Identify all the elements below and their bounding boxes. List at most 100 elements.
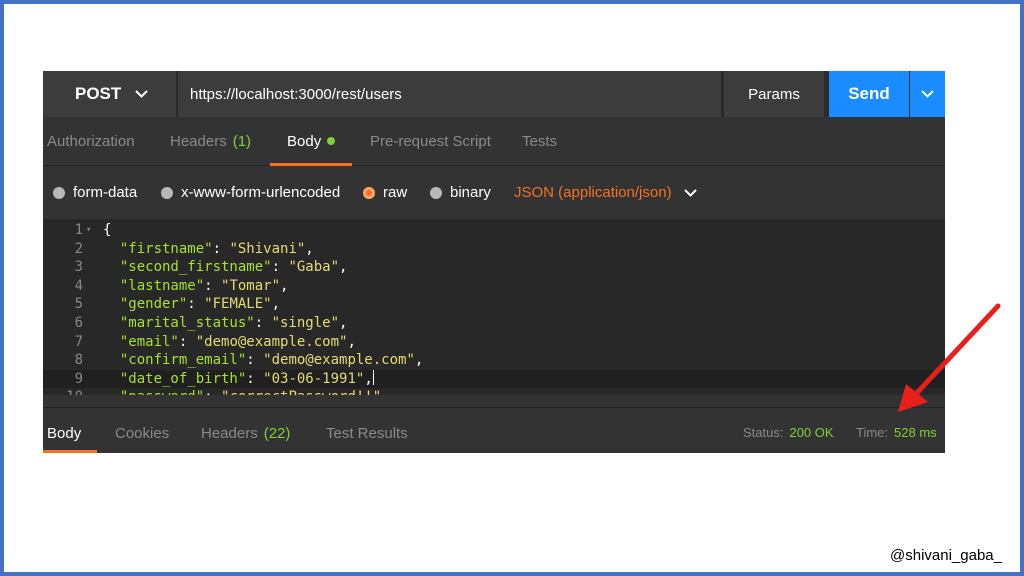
code-line: 3 "second_firstname": "Gaba", [43,258,945,277]
chevron-down-icon [921,87,934,101]
params-button[interactable]: Params [723,71,824,117]
body-type-selector: form-data x-www-form-urlencoded raw bina… [43,166,945,219]
tab-pre-request-label: Pre-request Script [370,133,491,150]
response-tab-body-label: Body [47,425,82,442]
content-type-label: JSON (application/json) [514,184,672,201]
code-text: "lastname": "Tomar", [119,277,289,294]
json-value: "FEMALE" [204,296,272,313]
response-tab-body[interactable]: Body [47,408,81,453]
response-bar: Body Cookies Headers (22) Test Results St… [43,408,945,453]
code-text: "gender": "FEMALE", [119,296,281,313]
json-value: "single" [271,315,340,331]
json-key: "date_of_birth" [119,370,247,387]
code-text: "date_of_birth": "03-06-1991", [119,369,374,387]
tab-tests-label: Tests [522,133,558,150]
json-brace: { [103,222,112,238]
editor-scroll-area[interactable] [43,395,945,408]
line-number: 4 [74,277,83,294]
code-line: 2 "firstname": "Shivani", [43,240,945,259]
method-select[interactable]: POST [43,71,176,117]
response-tab-headers-label: Headers [201,425,258,442]
line-number: 6 [74,315,83,331]
tab-authorization[interactable]: Authorization [47,117,135,165]
code-line: 5 "gender": "FEMALE", [43,295,945,314]
radio-urlencoded-label: x-www-form-urlencoded [181,184,341,201]
json-key: "second_firstname" [119,259,272,276]
radio-form-data[interactable]: form-data [53,166,137,219]
radio-urlencoded[interactable]: x-www-form-urlencoded [161,166,340,219]
radio-circle-icon [430,186,442,199]
code-text: "marital_status": "single", [119,315,348,331]
tab-body-label: Body [287,133,322,150]
json-key: "firstname" [119,240,213,257]
code-text: "email": "demo@example.com", [119,333,356,350]
url-input[interactable]: https://localhost:3000/rest/users [178,71,721,117]
code-text: "confirm_email": "demo@example.com", [119,352,424,369]
json-key: "confirm_email" [119,352,247,369]
radio-selected-icon [363,186,375,199]
code-line: 9 "date_of_birth": "03-06-1991", [43,369,945,389]
response-tab-headers[interactable]: Headers (22) [201,408,290,453]
line-number: 10 [43,388,83,395]
code-text: "password": "correctPassword!!", [103,388,390,395]
text-caret [372,369,374,385]
send-label: Send [848,84,890,103]
json-value: "Shivani" [229,240,306,257]
params-label: Params [748,85,800,103]
url-bar: POST https://localhost:3000/rest/users P… [43,71,945,117]
author-handle: @shivani_gaba_ [890,547,1002,564]
json-value: "Gaba" [288,259,340,276]
json-key: "email" [119,333,179,350]
json-key: "marital_status" [119,315,255,331]
code-editor[interactable]: 1 ▾{2 "firstname": "Shivani", 3 "second_fi… [43,219,945,395]
method-label: POST [75,84,122,103]
code-text: "second_firstname": "Gaba", [119,259,348,276]
response-headers-count-badge: (22) [263,425,291,442]
line-number: 3 [74,259,83,276]
code-text: "firstname": "Shivani", [119,240,314,257]
tab-pre-request-script[interactable]: Pre-request Script [370,117,491,165]
radio-form-data-label: form-data [73,184,138,201]
tab-authorization-label: Authorization [47,133,135,150]
annotation-arrow-icon [898,303,1001,412]
chevron-down-icon [135,87,149,101]
json-key: "gender" [119,296,188,313]
time-value: 528 ms [894,425,937,440]
radio-raw[interactable]: raw [363,166,407,219]
request-tabs: Authorization Headers (1) Body Pre-reques… [43,117,945,166]
tab-headers-label: Headers [170,133,227,150]
tab-body[interactable]: Body [287,117,336,165]
line-number: 1 [74,222,83,238]
radio-raw-label: raw [383,184,408,201]
json-value: "03-06-1991" [263,370,365,387]
status-readout: Status: 200 OK [743,408,834,453]
fold-toggle-icon[interactable]: ▾ [86,221,91,240]
json-value: "demo@example.com" [195,333,348,350]
active-response-tab-indicator [43,450,97,453]
line-number: 8 [74,352,83,369]
code-line: 4 "lastname": "Tomar", [43,277,945,296]
send-button[interactable]: Send [829,71,909,117]
code-line: 7 "email": "demo@example.com", [43,333,945,352]
response-tab-test-results[interactable]: Test Results [326,408,408,453]
response-tab-test-results-label: Test Results [326,425,408,442]
line-number: 2 [74,240,83,257]
url-text: https://localhost:3000/rest/users [190,85,402,103]
line-number: 9 [74,370,83,387]
time-label: Time: [856,425,889,440]
status-label: Status: [743,425,784,440]
json-value: "demo@example.com" [263,352,415,369]
radio-binary[interactable]: binary [430,166,491,219]
line-number: 7 [74,333,83,350]
response-tab-cookies-label: Cookies [115,425,170,442]
headers-count-badge: (1) [232,133,252,150]
tab-tests[interactable]: Tests [522,117,557,165]
response-tab-cookies[interactable]: Cookies [115,408,169,453]
chevron-down-icon [683,186,697,200]
radio-circle-icon [53,186,65,199]
tab-headers[interactable]: Headers (1) [170,117,251,165]
body-indicator-dot-icon [327,137,336,145]
content-type-dropdown[interactable]: JSON (application/json) [514,166,697,219]
postman-request-panel: POST https://localhost:3000/rest/users P… [43,71,945,453]
send-dropdown-button[interactable] [910,71,945,117]
